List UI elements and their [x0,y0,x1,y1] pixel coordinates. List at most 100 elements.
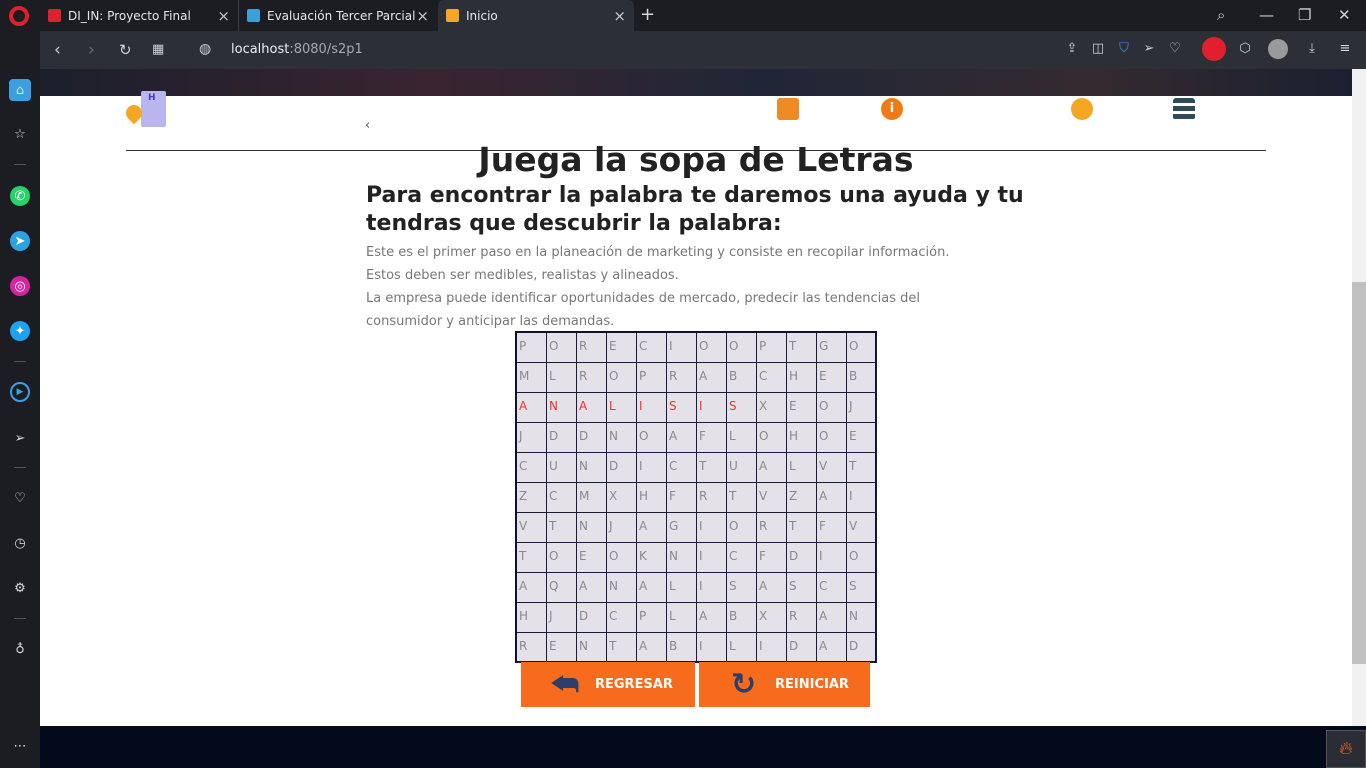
cube-icon[interactable]: ⬡ [1237,41,1253,57]
grid-cell[interactable]: L [727,633,757,663]
more-icon[interactable]: ⋯ [10,736,30,756]
speed-dial-star-icon[interactable]: ☆ [10,124,30,144]
grid-cell[interactable]: T [727,483,757,513]
home-icon[interactable]: ⌂ [9,79,31,101]
grid-cell[interactable]: O [817,423,847,453]
grid-cell[interactable]: J [517,423,547,453]
grid-cell[interactable]: O [817,393,847,423]
instagram-icon[interactable]: ◎ [10,276,30,296]
tab-evaluacion[interactable]: Evaluación Tercer Parcial × [238,0,437,31]
profile-icon[interactable] [1268,39,1288,59]
grid-cell[interactable]: Z [787,483,817,513]
grid-cell[interactable]: M [577,483,607,513]
close-tab-icon[interactable]: × [416,7,429,25]
grid-cell[interactable]: G [817,333,847,363]
grid-cell[interactable]: N [847,603,877,633]
grid-cell[interactable]: O [547,543,577,573]
grid-cell[interactable]: F [817,513,847,543]
user-icon[interactable] [1071,98,1093,120]
grid-cell[interactable]: D [787,543,817,573]
close-window-icon[interactable]: ✕ [1338,6,1351,24]
grid-cell[interactable]: O [607,543,637,573]
close-tab-icon[interactable]: × [217,7,230,25]
grid-cell[interactable]: T [607,633,637,663]
grid-cell[interactable]: I [697,543,727,573]
restore-icon[interactable]: ❐ [1298,6,1311,24]
grid-cell[interactable]: P [637,363,667,393]
grid-cell[interactable]: N [547,393,577,423]
grid-cell[interactable]: P [517,333,547,363]
grid-cell[interactable]: V [817,453,847,483]
grid-cell[interactable]: J [607,513,637,543]
grid-cell[interactable]: T [847,453,877,483]
grid-cell[interactable]: F [697,423,727,453]
forward-icon[interactable]: › [88,40,95,60]
grid-cell[interactable]: X [757,393,787,423]
regresar-button[interactable]: ⮪ REGRESAR [521,662,695,707]
grid-cell[interactable]: L [547,363,577,393]
grid-cell[interactable]: C [817,573,847,603]
reload-icon[interactable]: ↻ [119,41,132,59]
grid-cell[interactable]: E [607,333,637,363]
grid-cell[interactable]: A [817,633,847,663]
grid-cell[interactable]: P [757,333,787,363]
grid-cell[interactable]: I [847,483,877,513]
grid-cell[interactable]: A [817,483,847,513]
reiniciar-button[interactable]: ↻ REINICIAR [699,662,870,707]
grid-cell[interactable]: A [817,603,847,633]
settings-sliders-icon[interactable] [1173,98,1195,120]
grid-cell[interactable]: V [757,483,787,513]
player-icon[interactable]: ▶ [10,382,30,402]
grid-cell[interactable]: E [847,423,877,453]
download-icon[interactable]: ⤓ [1304,41,1320,57]
grid-cell[interactable]: T [787,333,817,363]
heart-icon[interactable]: ♡ [1167,41,1183,57]
grid-cell[interactable]: A [697,603,727,633]
grid-cell[interactable]: C [547,483,577,513]
info-icon[interactable]: i [881,98,903,120]
grid-cell[interactable]: T [517,543,547,573]
grid-cell[interactable]: N [607,423,637,453]
tab-inicio[interactable]: Inicio × [438,0,634,31]
grid-cell[interactable]: D [577,603,607,633]
telegram-icon[interactable]: ➤ [10,231,30,251]
bookmarks-heart-icon[interactable]: ♡ [10,488,30,508]
grid-cell[interactable]: I [697,393,727,423]
grid-cell[interactable]: N [577,513,607,543]
grid-cell[interactable]: T [787,513,817,543]
grid-cell[interactable]: S [787,573,817,603]
grid-cell[interactable]: D [547,423,577,453]
grid-cell[interactable]: A [637,573,667,603]
grid-cell[interactable]: A [637,513,667,543]
grid-cell[interactable]: H [517,603,547,633]
grid-cell[interactable]: N [607,573,637,603]
grid-cell[interactable]: H [637,483,667,513]
grid-cell[interactable]: I [697,573,727,603]
grid-cell[interactable]: A [517,573,547,603]
grid-cell[interactable]: B [727,603,757,633]
grid-cell[interactable]: O [547,333,577,363]
url-field[interactable]: localhost:8080/s2p1 [231,42,363,57]
grid-cell[interactable]: G [667,513,697,543]
grid-cell[interactable]: L [727,423,757,453]
share-icon[interactable]: ⇪ [1064,41,1080,57]
grid-cell[interactable]: P [637,603,667,633]
grid-cell[interactable]: A [757,573,787,603]
grid-cell[interactable]: R [787,603,817,633]
grid-cell[interactable]: D [607,453,637,483]
grid-cell[interactable]: O [637,423,667,453]
whatsapp-icon[interactable]: ✆ [10,186,30,206]
grid-cell[interactable]: N [577,453,607,483]
grid-cell[interactable]: D [787,633,817,663]
tips-bulb-icon[interactable]: ♁ [10,639,30,659]
grid-cell[interactable]: C [727,543,757,573]
grid-cell[interactable]: L [787,453,817,483]
grid-cell[interactable]: L [667,573,697,603]
grid-cell[interactable]: I [667,333,697,363]
back-icon[interactable]: ‹ [54,40,61,60]
grid-cell[interactable]: B [727,363,757,393]
grid-cell[interactable]: S [667,393,697,423]
grid-cell[interactable]: R [697,483,727,513]
send-icon[interactable]: ➢ [10,428,30,448]
grid-cell[interactable]: O [847,543,877,573]
